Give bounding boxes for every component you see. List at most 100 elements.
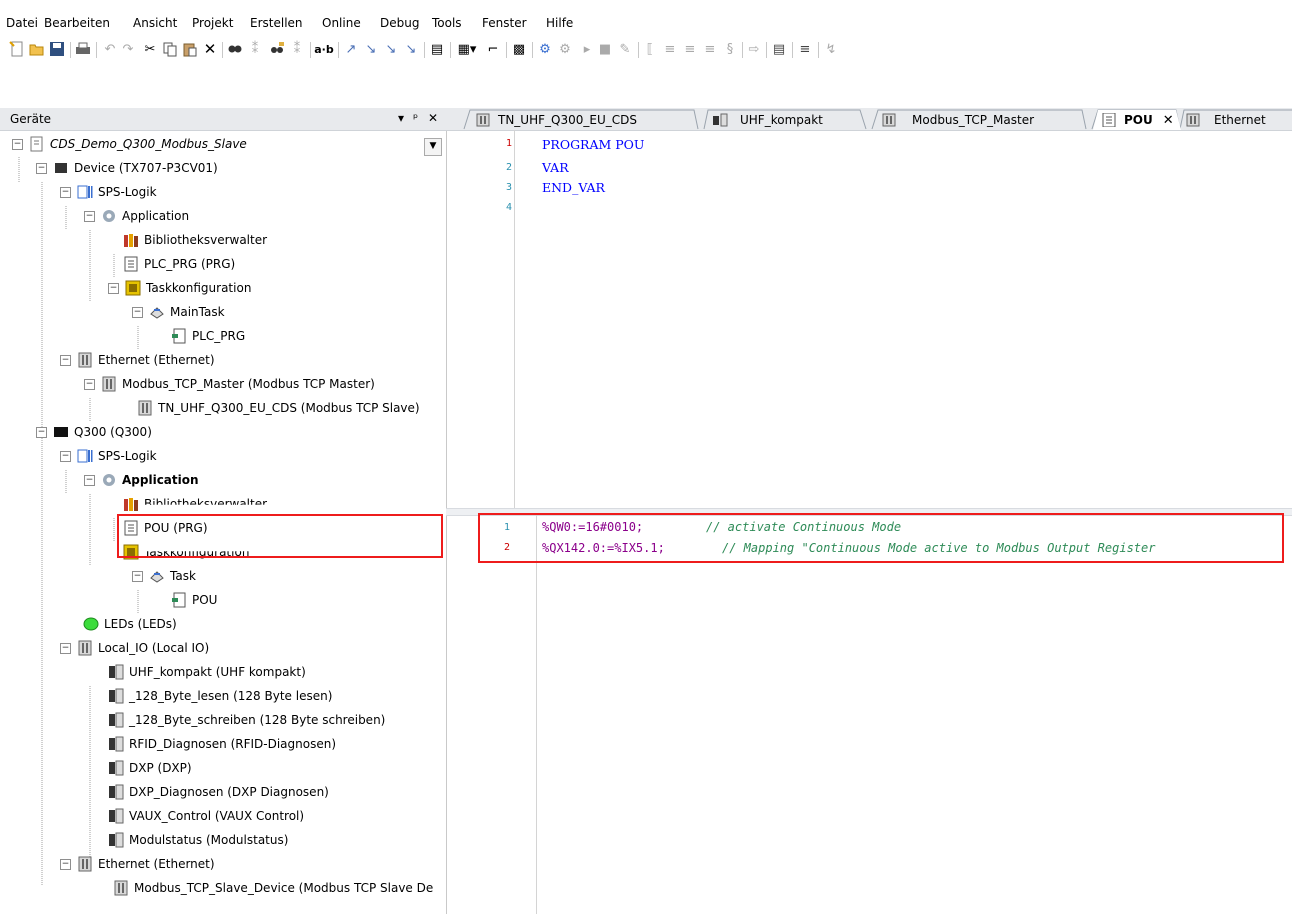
menu-ansicht[interactable]: Ansicht [133, 16, 177, 30]
panel-close-icon[interactable]: ✕ [428, 111, 438, 125]
write-values-icon[interactable]: ▤ [770, 40, 788, 58]
redo-icon[interactable]: ↷ [120, 40, 136, 58]
tree-item-vaux-control[interactable]: VAUX_Control (VAUX Control) [108, 804, 304, 828]
tree-item-dxp-diagnosen[interactable]: DXP_Diagnosen (DXP Diagnosen) [108, 780, 329, 804]
tree-item-modbus-slave[interactable]: TN_UHF_Q300_EU_CDS (Modbus TCP Slave) [137, 396, 420, 420]
panel-menu-icon[interactable]: ▾ [398, 111, 404, 125]
code-line: END_VAR [542, 180, 605, 195]
tree-item-modbus-slave-device[interactable]: Modbus_TCP_Slave_Device (Modbus TCP Slav… [113, 876, 443, 900]
tree-item-sps-logik-2[interactable]: − SPS-Logik [60, 444, 157, 468]
menu-online[interactable]: Online [322, 16, 361, 30]
breakpoint-icon[interactable]: ↗ [342, 40, 360, 58]
tab-modbus-tcp-master[interactable]: Modbus_TCP_Master [882, 110, 1034, 130]
cut-icon[interactable]: ✂ [142, 40, 158, 58]
io-module-icon [108, 832, 124, 848]
menu-projekt[interactable]: Projekt [192, 16, 233, 30]
force-values-icon[interactable]: ≡ [796, 40, 814, 58]
tab-ethernet[interactable]: Ethernet [1186, 110, 1266, 130]
io-module-icon [712, 113, 732, 127]
bookmark-next-icon[interactable]: ↘ [382, 40, 400, 58]
logout-icon[interactable]: ⚙ [556, 40, 574, 58]
copy-icon[interactable] [162, 40, 178, 58]
step-over-icon[interactable]: ⟦ [642, 40, 658, 58]
menu-erstellen[interactable]: Erstellen [250, 16, 303, 30]
tree-item-task[interactable]: − Task [132, 564, 196, 588]
menu-tools[interactable]: Tools [432, 16, 462, 30]
menu-datei[interactable]: Datei [6, 16, 38, 30]
reset-icon[interactable]: ✎ [616, 40, 634, 58]
tree-item-local-io[interactable]: − Local_IO (Local IO) [60, 636, 209, 660]
tree-item-rfid-diagnosen[interactable]: RFID_Diagnosen (RFID-Diagnosen) [108, 732, 336, 756]
code-line: VAR [542, 160, 569, 175]
tree-item-pou-call[interactable]: POU [171, 588, 217, 612]
find-icon[interactable] [226, 40, 244, 58]
tree-label: _128_Byte_schreiben (128 Byte schreiben) [129, 713, 386, 727]
fieldbus-icon [476, 113, 490, 127]
add-object-icon[interactable]: ▦▾ [454, 40, 480, 58]
tree-item-modulstatus[interactable]: Modulstatus (Modulstatus) [108, 828, 288, 852]
add-folder-icon[interactable]: ⌐ [484, 40, 502, 58]
tab-pou[interactable]: POU ✕ [1102, 110, 1174, 130]
tree-item-plc-prg-call[interactable]: PLC_PRG [171, 324, 245, 348]
set-next-statement-icon[interactable]: § [722, 40, 738, 58]
tree-item-maintask[interactable]: − MainTask [132, 300, 225, 324]
menu-hilfe[interactable]: Hilfe [546, 16, 573, 30]
find-next-icon[interactable]: ⁑ [246, 40, 264, 58]
bookmark-prev-icon[interactable]: ↘ [402, 40, 420, 58]
tree-item-modbus-master[interactable]: − Modbus_TCP_Master (Modbus TCP Master) [84, 372, 375, 396]
new-project-icon[interactable] [8, 40, 26, 58]
tree-item-128-byte-schreiben[interactable]: _128_Byte_schreiben (128 Byte schreiben) [108, 708, 385, 732]
replace-all-icon[interactable]: ⁑ [288, 40, 306, 58]
run-to-cursor-icon[interactable]: ≡ [702, 40, 718, 58]
step-into-icon[interactable]: ≡ [662, 40, 678, 58]
menu-debug[interactable]: Debug [380, 16, 419, 30]
stop-icon[interactable]: ■ [598, 40, 612, 58]
tree-item-library-manager-2[interactable]: Bibliotheksverwalter [123, 492, 267, 516]
tree-item-application-1[interactable]: − Application [84, 204, 189, 228]
tree-item-128-byte-lesen[interactable]: _128_Byte_lesen (128 Byte lesen) [108, 684, 332, 708]
tree-item-project[interactable]: − CDS_Demo_Q300_Modbus_Slave [12, 132, 247, 156]
bookmark-toggle-icon[interactable]: ↘ [362, 40, 380, 58]
tree-item-ethernet-1[interactable]: − Ethernet (Ethernet) [60, 348, 215, 372]
tree-item-plc-prg[interactable]: PLC_PRG (PRG) [123, 252, 235, 276]
start-icon[interactable]: ▸ [580, 40, 594, 58]
tree-item-device[interactable]: − Device (TX707-P3CV01) [36, 156, 218, 180]
led-icon [83, 616, 99, 632]
tree-item-task-config-1[interactable]: − Taskkonfiguration [108, 276, 251, 300]
open-folder-icon[interactable] [28, 40, 46, 58]
step-out-icon[interactable]: ≡ [682, 40, 698, 58]
text-format-icon[interactable]: a·b [314, 40, 334, 58]
clipboard-icon[interactable]: ▤ [428, 40, 446, 58]
tree-item-sps-logik-1[interactable]: − SPS-Logik [60, 180, 157, 204]
tree-item-leds[interactable]: LEDs (LEDs) [83, 612, 177, 636]
tab-tn-uhf-q300[interactable]: TN_UHF_Q300_EU_CDS [476, 110, 637, 130]
tree-label: PLC_PRG [192, 329, 246, 343]
menu-bearbeiten[interactable]: Bearbeiten [44, 16, 110, 30]
tab-uhf-kompakt[interactable]: UHF_kompakt [712, 110, 823, 130]
delete-icon[interactable]: ✕ [202, 40, 218, 58]
tree-item-uhf-kompakt[interactable]: UHF_kompakt (UHF kompakt) [108, 660, 306, 684]
tab-close-icon[interactable]: ✕ [1163, 113, 1174, 128]
login-icon[interactable]: ⚙ [536, 40, 554, 58]
devices-panel-title: Geräte [10, 112, 52, 126]
replace-icon[interactable] [268, 40, 286, 58]
pin-icon[interactable]: ᵖ [413, 111, 418, 125]
save-icon[interactable] [48, 40, 66, 58]
paste-icon[interactable] [182, 40, 198, 58]
tree-item-q300[interactable]: − Q300 (Q300) [36, 420, 152, 444]
menu-fenster[interactable]: Fenster [482, 16, 527, 30]
unforce-icon[interactable]: ↯ [822, 40, 840, 58]
tree-item-ethernet-2[interactable]: − Ethernet (Ethernet) [60, 852, 215, 876]
tree-item-dxp[interactable]: DXP (DXP) [108, 756, 192, 780]
tree-label: _128_Byte_lesen (128 Byte lesen) [129, 689, 333, 703]
build-icon[interactable]: ▩ [510, 40, 528, 58]
library-icon [123, 496, 139, 512]
undo-icon[interactable]: ↶ [102, 40, 118, 58]
tree-item-application-2[interactable]: − Application [84, 468, 199, 492]
show-current-statement-icon[interactable]: ⇨ [746, 40, 762, 58]
tree-label: VAUX_Control (VAUX Control) [129, 809, 305, 823]
tree-item-library-manager-1[interactable]: Bibliotheksverwalter [123, 228, 267, 252]
tree-label: Ethernet (Ethernet) [98, 353, 215, 367]
print-icon[interactable] [74, 40, 92, 58]
code-line: PROGRAM POU [542, 137, 645, 152]
